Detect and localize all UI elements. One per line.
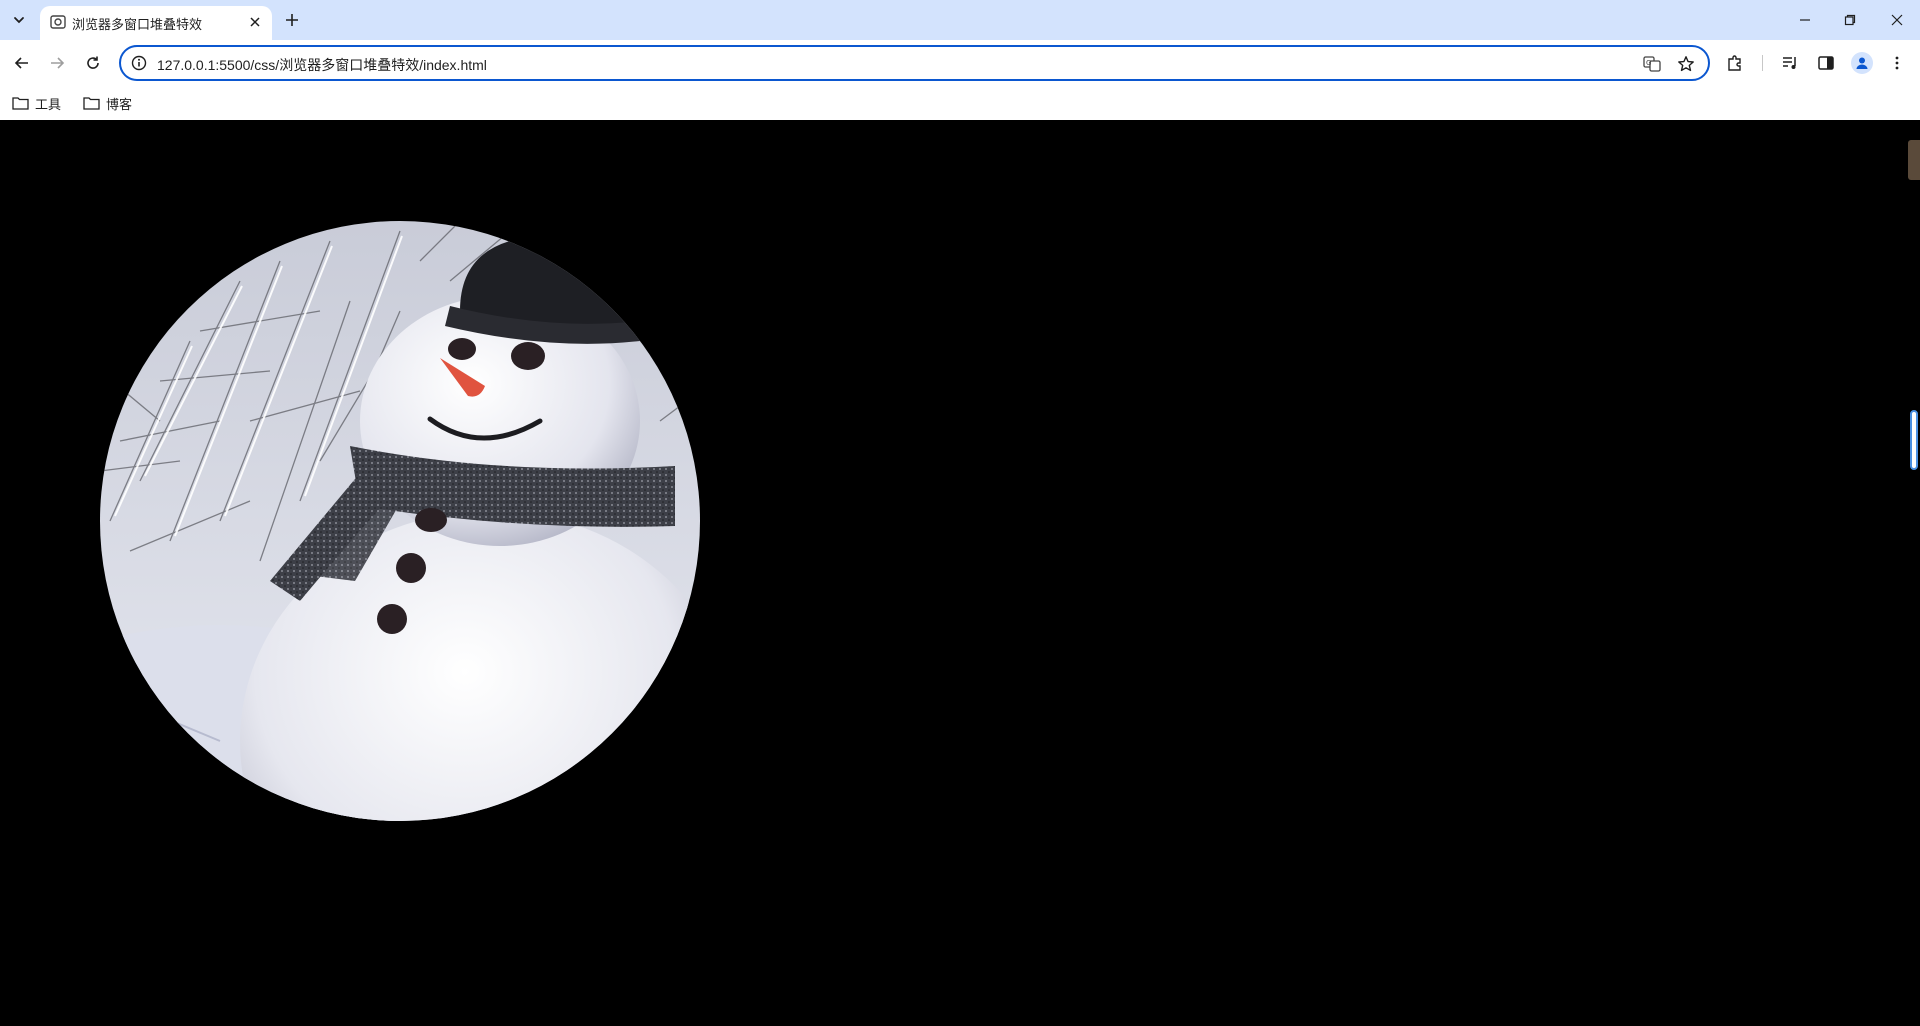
new-tab-button[interactable] bbox=[280, 8, 304, 32]
translate-icon: G bbox=[1643, 56, 1661, 72]
page-viewport bbox=[0, 120, 1920, 1026]
tab-search-button[interactable] bbox=[6, 8, 32, 32]
snowman-circle-image bbox=[100, 221, 700, 821]
plus-icon bbox=[286, 14, 298, 26]
scrollbar-handle[interactable] bbox=[1910, 410, 1918, 470]
minimize-icon bbox=[1800, 19, 1810, 21]
svg-text:G: G bbox=[1646, 59, 1651, 67]
menu-button[interactable] bbox=[1886, 52, 1908, 74]
browser-toolbar: 127.0.0.1:5500/css/浏览器多窗口堆叠特效/index.html… bbox=[0, 40, 1920, 86]
snowman-illustration bbox=[100, 221, 700, 821]
profile-avatar[interactable] bbox=[1851, 52, 1873, 74]
folder-icon bbox=[83, 97, 100, 110]
reload-button[interactable] bbox=[81, 51, 105, 75]
close-icon bbox=[250, 17, 260, 27]
extensions-button[interactable] bbox=[1724, 52, 1746, 74]
address-bar[interactable]: 127.0.0.1:5500/css/浏览器多窗口堆叠特效/index.html… bbox=[119, 45, 1710, 81]
media-controls-button[interactable] bbox=[1779, 52, 1801, 74]
bookmark-folder-blog[interactable]: 博客 bbox=[83, 93, 132, 113]
bookmark-star-button[interactable] bbox=[1676, 54, 1696, 74]
tab-title: 浏览器多窗口堆叠特效 bbox=[72, 17, 203, 32]
folder-icon bbox=[12, 97, 29, 110]
forward-button[interactable] bbox=[45, 51, 69, 75]
chevron-down-icon bbox=[14, 17, 24, 24]
arrow-right-icon bbox=[51, 57, 65, 69]
more-vertical-icon bbox=[1895, 56, 1899, 70]
back-button[interactable] bbox=[10, 51, 34, 75]
minimize-button[interactable] bbox=[1790, 6, 1820, 34]
bookmark-folder-tools[interactable]: 工具 bbox=[12, 93, 61, 113]
media-queue-icon bbox=[1783, 57, 1796, 69]
tab-close-button[interactable] bbox=[246, 13, 264, 31]
restore-button[interactable] bbox=[1835, 6, 1865, 34]
side-panel-icon bbox=[1818, 56, 1834, 70]
side-extension-tab[interactable] bbox=[1908, 140, 1920, 180]
bookmarks-bar: 工具 博客 bbox=[0, 86, 1920, 120]
url-text[interactable]: 127.0.0.1:5500/css/浏览器多窗口堆叠特效/index.html bbox=[157, 55, 487, 75]
translate-button[interactable]: G bbox=[1642, 54, 1662, 74]
person-icon bbox=[1856, 57, 1868, 69]
reload-icon bbox=[87, 56, 99, 69]
close-window-button[interactable] bbox=[1882, 6, 1912, 34]
star-icon bbox=[1678, 56, 1694, 72]
page-favicon-icon bbox=[50, 15, 66, 29]
restore-icon bbox=[1844, 14, 1856, 26]
site-info-icon[interactable] bbox=[131, 55, 147, 71]
close-icon bbox=[1891, 14, 1903, 26]
puzzle-icon bbox=[1728, 55, 1741, 71]
side-panel-button[interactable] bbox=[1815, 52, 1837, 74]
arrow-left-icon bbox=[14, 57, 28, 69]
bookmark-label: 博客 bbox=[106, 96, 133, 112]
toolbar-divider bbox=[1762, 55, 1763, 71]
tab-strip: 浏览器多窗口堆叠特效 bbox=[0, 0, 1920, 40]
bookmark-label: 工具 bbox=[35, 96, 62, 112]
active-tab[interactable]: 浏览器多窗口堆叠特效 bbox=[40, 6, 272, 40]
